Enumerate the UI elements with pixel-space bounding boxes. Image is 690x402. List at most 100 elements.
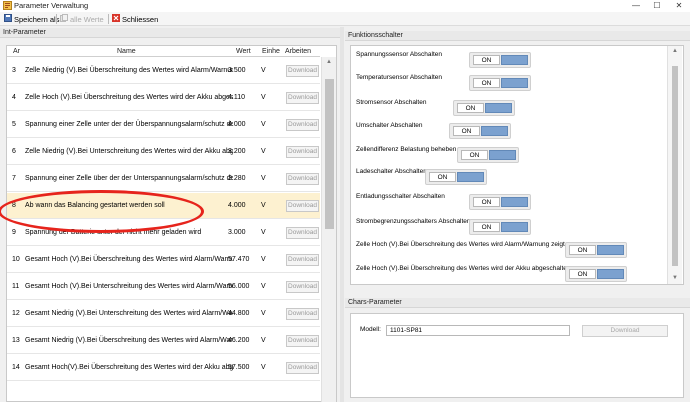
toolbar-separator xyxy=(56,14,57,24)
col-name[interactable]: Name xyxy=(117,46,136,57)
cell-name: Gesamt Hoch(V).Bei Überschreitung des We… xyxy=(25,364,233,371)
switch-label: Zelle Hoch (V).Bei Überschreitung des We… xyxy=(356,241,565,248)
switch-label: Zellendifferenz Belastung beheben xyxy=(356,146,457,153)
cell-value: 57.500 xyxy=(228,364,250,371)
switch-label: Stromsensor Abschalten xyxy=(356,99,427,106)
toggle-switch[interactable]: ON xyxy=(565,242,627,258)
toggle-switch[interactable]: ON xyxy=(425,169,487,185)
table-row[interactable]: 12 Gesamt Niedrig (V).Bei Unterschreitung… xyxy=(7,301,320,327)
switch-on-label: ON xyxy=(473,55,500,65)
col-actions[interactable]: Arbeiten xyxy=(285,46,311,57)
switch-label: Spannungssensor Abschalten xyxy=(356,51,443,58)
switch-knob[interactable] xyxy=(597,245,624,255)
cell-value: 4.110 xyxy=(228,94,245,101)
download-button[interactable]: Download xyxy=(286,146,319,158)
switch-knob[interactable] xyxy=(485,103,512,113)
switch-knob[interactable] xyxy=(501,55,528,65)
cell-value: 44.800 xyxy=(228,310,250,317)
grid-scrollbar[interactable]: ▲ xyxy=(321,57,336,402)
cell-unit: V xyxy=(261,67,266,74)
toggle-switch[interactable]: ON xyxy=(469,52,531,68)
toggle-switch[interactable]: ON xyxy=(469,194,531,210)
cell-value: 57.470 xyxy=(228,256,250,263)
table-row[interactable]: 4 Zelle Hoch (V).Bei Überschreitung des W… xyxy=(7,85,320,111)
download-button[interactable]: Download xyxy=(286,254,319,266)
switch-on-label: ON xyxy=(461,150,488,160)
chars-download-button[interactable]: Download xyxy=(582,325,668,337)
download-button[interactable]: Download xyxy=(286,92,319,104)
switch-knob[interactable] xyxy=(597,269,624,279)
cell-unit: V xyxy=(261,364,266,371)
table-row[interactable]: 3 Zelle Niedrig (V).Bei Überschreitung de… xyxy=(7,58,320,84)
cell-nr: 6 xyxy=(12,148,16,155)
title-bar xyxy=(0,0,690,12)
table-row[interactable]: 14 Gesamt Hoch(V).Bei Überschreitung des … xyxy=(7,355,320,381)
save-as-button[interactable]: Speichern als xyxy=(2,13,61,25)
model-input[interactable]: 1101-SP81 xyxy=(386,325,570,336)
grid-scroll-thumb[interactable] xyxy=(325,79,334,229)
scroll-up-icon[interactable]: ▲ xyxy=(668,47,682,55)
switch-knob[interactable] xyxy=(481,126,508,136)
download-button[interactable]: Download xyxy=(286,362,319,374)
download-button[interactable]: Download xyxy=(286,173,319,185)
download-button[interactable]: Download xyxy=(286,200,319,212)
window-title: Parameter Verwaltung xyxy=(14,1,89,10)
switches-header: Funktionsschalter xyxy=(345,31,690,41)
switches-scroll-thumb[interactable] xyxy=(672,66,678,266)
download-button[interactable]: Download xyxy=(286,308,319,320)
minimize-button[interactable]: — xyxy=(626,0,646,12)
all-values-button[interactable]: alle Werte xyxy=(58,13,106,25)
download-button[interactable]: Download xyxy=(286,65,319,77)
switch-on-label: ON xyxy=(569,269,596,279)
all-values-label: alle Werte xyxy=(70,14,104,24)
table-row[interactable]: 6 Zelle Niedrig (V).Bei Unterschreitung d… xyxy=(7,139,320,165)
download-button[interactable]: Download xyxy=(286,227,319,239)
cell-value: 46.200 xyxy=(228,337,250,344)
close-button[interactable]: Schliessen xyxy=(110,13,160,25)
table-row[interactable]: 13 Gesamt Niedrig (V).Bei Überschreitung … xyxy=(7,328,320,354)
switch-knob[interactable] xyxy=(457,172,484,182)
switch-on-label: ON xyxy=(473,222,500,232)
table-row[interactable]: 5 Spannung einer Zelle unter der der Über… xyxy=(7,112,320,138)
maximize-button[interactable]: ☐ xyxy=(647,0,667,12)
cell-name: Zelle Hoch (V).Bei Überschreitung des We… xyxy=(25,94,233,101)
copy-icon xyxy=(60,14,68,24)
cell-name: Spannung einer Zelle unter der der Übers… xyxy=(25,121,233,128)
cell-nr: 10 xyxy=(12,256,20,263)
download-button[interactable]: Download xyxy=(286,119,319,131)
close-label: Schliessen xyxy=(122,14,159,24)
col-value[interactable]: Wert xyxy=(236,46,251,57)
toggle-switch[interactable]: ON xyxy=(453,100,515,116)
table-row[interactable]: 7 Spannung einer Zelle über der der Unter… xyxy=(7,166,320,192)
table-row[interactable]: 10 Gesamt Hoch (V).Bei Überschreitung des… xyxy=(7,247,320,273)
toggle-switch[interactable]: ON xyxy=(449,123,511,139)
toggle-switch[interactable]: ON xyxy=(565,266,627,282)
download-button[interactable]: Download xyxy=(286,335,319,347)
switch-knob[interactable] xyxy=(489,150,516,160)
switch-knob[interactable] xyxy=(501,222,528,232)
toggle-switch[interactable]: ON xyxy=(457,147,519,163)
cell-unit: V xyxy=(261,94,266,101)
cell-value: 3.200 xyxy=(228,148,246,155)
toggle-switch[interactable]: ON xyxy=(469,75,531,91)
download-button[interactable]: Download xyxy=(286,281,319,293)
col-nr[interactable]: Ar xyxy=(13,46,20,57)
switches-scrollbar[interactable]: ▲ ▼ xyxy=(667,46,682,284)
scroll-up-icon[interactable]: ▲ xyxy=(322,58,336,66)
cell-name: Zelle Niedrig (V).Bei Überschreitung des… xyxy=(25,67,233,74)
scroll-down-icon[interactable]: ▼ xyxy=(668,274,682,282)
switch-knob[interactable] xyxy=(501,78,528,88)
splitter[interactable] xyxy=(340,27,344,402)
table-row[interactable]: 11 Gesamt Hoch (V).Bei Unterschreitung de… xyxy=(7,274,320,300)
toggle-switch[interactable]: ON xyxy=(469,219,531,235)
cell-value: 3.280 xyxy=(228,175,246,182)
cell-name: Spannung einer Zelle über der der Unters… xyxy=(25,175,233,182)
switch-on-label: ON xyxy=(569,245,596,255)
chars-header: Chars-Parameter xyxy=(345,298,690,308)
cell-name: Gesamt Hoch (V).Bei Unterschreitung des … xyxy=(25,283,233,290)
switch-label: Temperatursensor Abschalten xyxy=(356,74,442,81)
switch-label: Zelle Hoch (V).Bei Überschreitung des We… xyxy=(356,265,569,272)
close-window-button[interactable]: ✕ xyxy=(669,0,689,12)
switch-knob[interactable] xyxy=(501,197,528,207)
col-unit[interactable]: Einhe xyxy=(262,46,280,57)
